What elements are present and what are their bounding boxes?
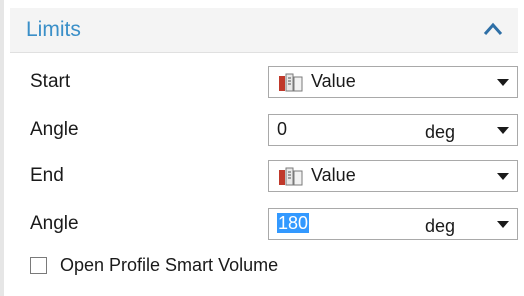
end-angle-input[interactable]: 180 deg <box>268 208 518 240</box>
end-angle-row: Angle 180 deg <box>10 204 518 244</box>
chevron-up-icon[interactable] <box>482 20 504 38</box>
start-value: Value <box>311 71 356 91</box>
open-profile-label[interactable]: Open Profile Smart Volume <box>60 255 278 276</box>
end-angle-value[interactable]: 180 <box>277 213 310 233</box>
start-angle-label: Angle <box>30 119 79 140</box>
panel-edge <box>0 0 4 296</box>
limits-panel: Limits Start Value Angle 0 deg End Value… <box>0 0 524 296</box>
value-icon <box>279 73 303 92</box>
end-label: End <box>30 165 64 186</box>
value-icon <box>279 167 303 186</box>
start-dropdown[interactable]: Value <box>268 66 518 98</box>
end-dropdown[interactable]: Value <box>268 160 518 192</box>
chevron-down-icon[interactable] <box>497 173 509 181</box>
chevron-down-icon[interactable] <box>497 79 509 87</box>
start-angle-unit: deg <box>424 122 455 142</box>
section-title: Limits <box>26 18 81 41</box>
start-angle-value[interactable]: 0 <box>277 119 287 140</box>
start-angle-input[interactable]: 0 deg <box>268 114 518 146</box>
end-angle-unit: deg <box>424 216 455 236</box>
end-row: End Value <box>10 156 518 196</box>
open-profile-checkbox[interactable] <box>30 257 47 274</box>
start-label: Start <box>30 71 71 92</box>
end-value: Value <box>311 165 356 185</box>
open-profile-row: Open Profile Smart Volume <box>10 252 518 282</box>
section-header[interactable]: Limits <box>10 8 518 53</box>
end-angle-value-wrap[interactable]: 180 <box>277 213 310 234</box>
chevron-down-icon[interactable] <box>497 127 509 135</box>
start-angle-row: Angle 0 deg <box>10 110 518 150</box>
end-angle-label: Angle <box>30 213 79 234</box>
chevron-down-icon[interactable] <box>497 221 509 229</box>
start-row: Start Value <box>10 62 518 102</box>
